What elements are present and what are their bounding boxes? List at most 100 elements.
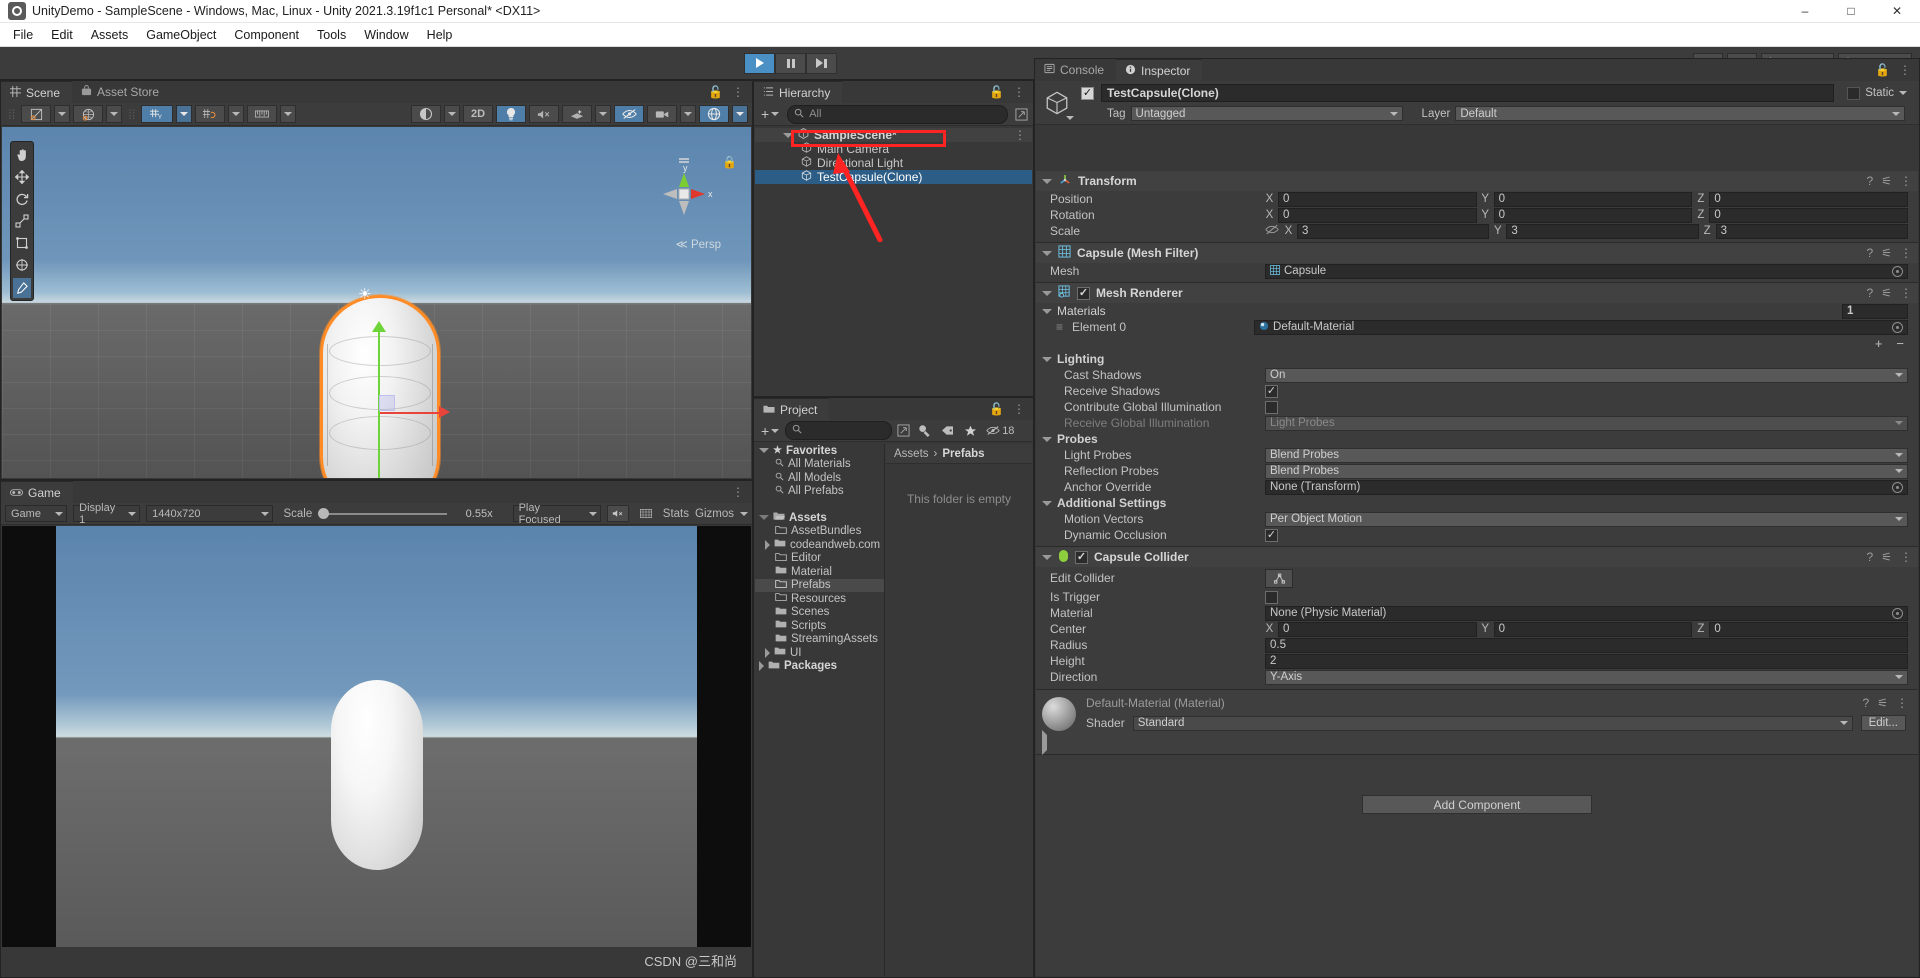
menu-gameobject[interactable]: GameObject [137,24,225,46]
play-mode-dropdown[interactable]: Play Focused [512,502,601,526]
game-resolution-dropdown[interactable]: 1440x720 [146,505,274,522]
camera-icon[interactable] [647,105,677,123]
gizmos-icon[interactable] [699,105,729,123]
chevron-down-icon[interactable] [1042,436,1052,442]
kebab-menu-icon[interactable]: ⋮ [732,85,744,99]
step-button[interactable] [806,52,837,74]
preset-icon[interactable]: ⚟ [1881,174,1892,188]
rotation-z-field[interactable]: 0 [1709,207,1909,223]
chevron-down-icon[interactable] [1042,178,1052,184]
close-button[interactable]: ✕ [1874,0,1920,23]
gameobject-icon[interactable] [1041,87,1074,120]
breadcrumb-assets[interactable]: Assets [894,448,929,460]
mesh-renderer-header[interactable]: ✓ Mesh Renderer ? ⚟ ⋮ [1036,283,1918,303]
minimize-button[interactable]: – [1782,0,1828,23]
kebab-menu-icon[interactable]: ⋮ [1900,246,1912,260]
gizmo-lock-icon[interactable]: 🔒 [722,155,737,169]
kebab-menu-icon[interactable]: ⋮ [1900,550,1912,564]
help-icon[interactable]: ? [1867,246,1874,260]
collider-direction-dropdown[interactable]: Y-Axis [1265,669,1908,685]
tag-dropdown[interactable]: Untagged [1130,106,1403,121]
position-y-field[interactable]: 0 [1493,191,1693,207]
audio-icon[interactable] [529,105,559,123]
tab-inspector[interactable]: Inspector [1116,59,1203,81]
collider-center-y-field[interactable]: 0 [1493,621,1693,637]
scale-z-field[interactable]: 3 [1715,223,1908,239]
project-tree-scripts[interactable]: Scripts [755,619,884,633]
gizmo-y-arrowhead[interactable] [372,321,386,332]
grid-snap-dropdown[interactable] [176,105,193,123]
scene-projection-label[interactable]: ≪ Persp [676,237,721,251]
scene-orientation-gizmo[interactable]: y x [645,155,723,233]
chevron-down-icon[interactable] [1066,115,1074,120]
preset-icon[interactable]: ⚟ [1877,696,1888,710]
ruler-dropdown[interactable] [280,105,297,123]
mesh-filter-header[interactable]: Capsule (Mesh Filter) ? ⚟ ⋮ [1036,243,1918,263]
preset-icon[interactable]: ⚟ [1881,550,1892,564]
chevron-right-icon[interactable] [765,647,770,658]
is-trigger-checkbox[interactable]: ✓ [1265,590,1278,604]
hierarchy-row-testcapsule-clone[interactable]: TestCapsule(Clone) [755,170,1032,184]
project-folder-tree[interactable]: ★ Favorites All Materials All Models All… [755,444,885,976]
rect-tool-icon[interactable] [11,232,33,254]
shader-dropdown[interactable]: Standard [1132,715,1853,731]
tab-hierarchy[interactable]: Hierarchy [754,81,843,103]
ruler-icon[interactable] [247,105,278,123]
chevron-down-icon[interactable] [1042,290,1052,296]
scale-slider[interactable]: 0.55x [318,507,493,521]
grid-snap-icon[interactable]: Y [141,105,174,123]
snap-increment-dropdown[interactable] [228,105,245,123]
scale-y-field[interactable]: 3 [1506,223,1699,239]
gameobject-name-field[interactable]: TestCapsule(Clone) [1101,84,1835,102]
gizmos-dropdown-button[interactable]: Gizmos [695,508,748,520]
maximize-button[interactable]: □ [1828,0,1874,23]
transform-header[interactable]: Transform ? ⚟ ⋮ [1036,171,1918,191]
preset-icon[interactable]: ⚟ [1881,246,1892,260]
shading-dropdown[interactable] [106,105,123,123]
chevron-right-icon[interactable] [1042,730,1047,755]
filter-favorite-icon[interactable] [960,422,980,439]
contribute-gi-checkbox[interactable]: ✓ [1265,400,1278,414]
project-tree-favorites[interactable]: ★ Favorites [755,444,884,458]
project-tree-prefabs[interactable]: Prefabs [755,578,884,592]
additional-settings-section-header[interactable]: Additional Settings [1036,495,1918,511]
kebab-menu-icon[interactable]: ⋮ [1899,63,1911,77]
menu-window[interactable]: Window [355,24,417,46]
chevron-down-icon[interactable] [1042,500,1052,506]
motion-vectors-dropdown[interactable]: Per Object Motion [1265,511,1908,527]
cast-shadows-dropdown[interactable]: On [1265,367,1908,383]
menu-assets[interactable]: Assets [82,24,138,46]
layer-dropdown[interactable]: Default [1455,106,1905,121]
gizmo-x-arrowhead[interactable] [439,406,450,418]
project-search-input[interactable] [785,421,893,440]
rotation-x-field[interactable]: 0 [1278,207,1477,223]
probes-section-header[interactable]: Probes [1036,431,1918,447]
project-tree-material[interactable]: Material [755,565,884,579]
collider-height-field[interactable]: 2 [1265,653,1908,669]
project-tree-editor[interactable]: Editor [755,552,884,566]
scene-viewport[interactable]: ☀ y x 🔒 ≪ Persp [2,127,751,478]
object-picker-icon[interactable] [1892,321,1903,333]
lock-icon[interactable]: 🔓 [989,85,1004,99]
menu-edit[interactable]: Edit [42,24,82,46]
tab-project[interactable]: Project [754,398,830,420]
kebab-menu-icon[interactable]: ⋮ [1013,402,1025,416]
project-tree-all-prefabs[interactable]: All Prefabs [755,485,884,499]
gizmo-center-handle[interactable] [379,395,395,411]
kebab-menu-icon[interactable]: ⋮ [1014,128,1026,142]
shader-edit-button[interactable]: Edit... [1860,715,1906,731]
project-expand-icon[interactable] [895,423,911,439]
chevron-down-icon[interactable] [1042,250,1052,256]
game-display-mode-dropdown[interactable]: Game [5,505,68,522]
static-checkbox[interactable] [1847,86,1861,100]
mute-audio-icon[interactable] [606,505,629,522]
anchor-override-field[interactable]: None (Transform) [1265,479,1908,495]
object-picker-icon[interactable] [1892,607,1903,619]
remove-material-button[interactable]: − [1896,336,1904,351]
chevron-down-icon[interactable] [1042,356,1052,362]
chevron-right-icon[interactable] [765,539,770,550]
project-tree-all-materials[interactable]: All Materials [755,458,884,472]
kebab-menu-icon[interactable]: ⋮ [732,485,744,499]
drag-handle-icon[interactable]: ≡ [1056,320,1063,334]
menu-component[interactable]: Component [225,24,308,46]
